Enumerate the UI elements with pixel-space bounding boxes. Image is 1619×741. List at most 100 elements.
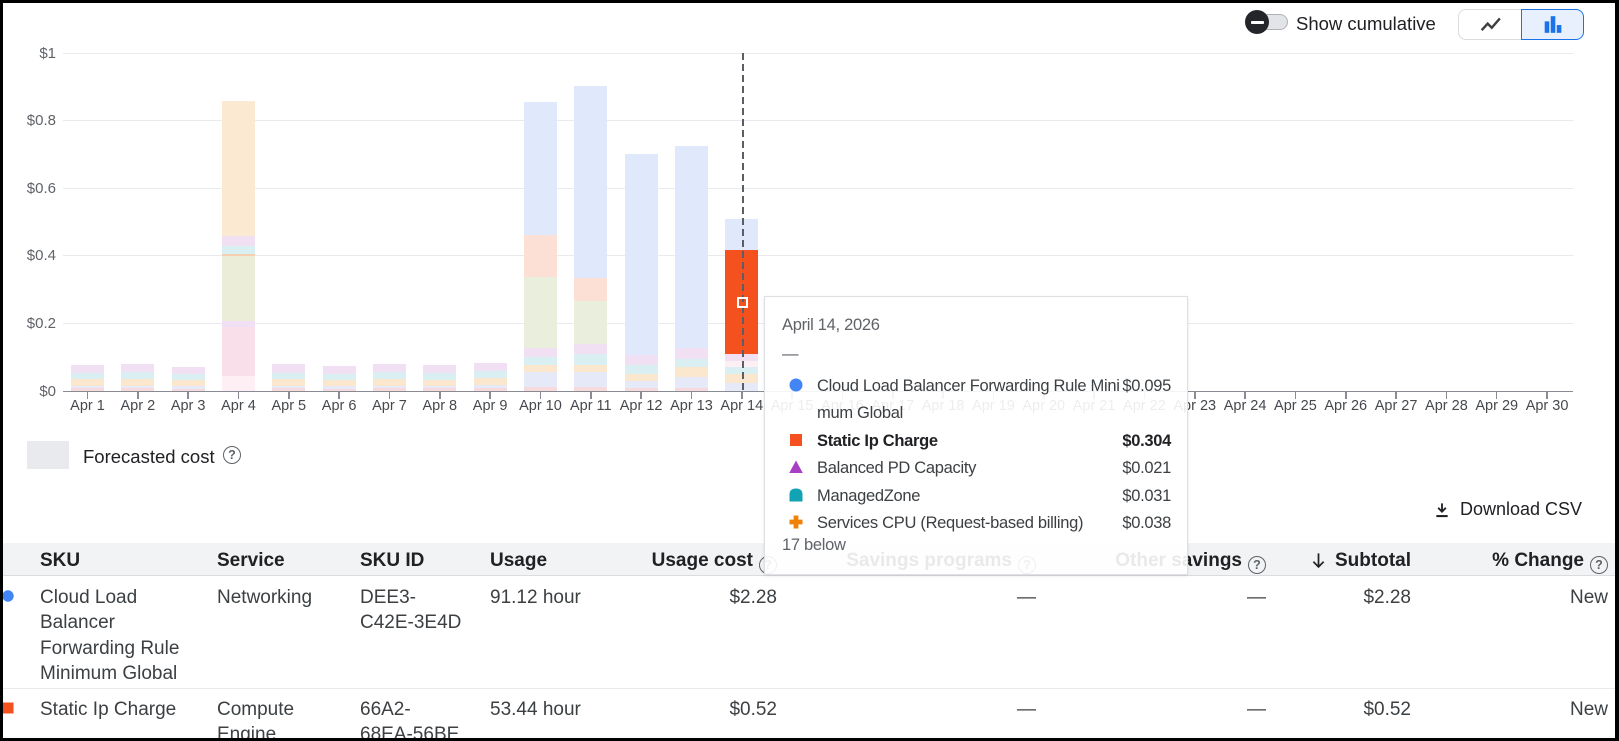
circle-icon <box>2 590 14 602</box>
bar-segment <box>172 367 205 374</box>
tooltip-series-label: Cloud Load Balancer Forwarding Rule Mini… <box>817 373 1120 428</box>
bar-segment <box>574 365 607 372</box>
column-header-subtotal[interactable]: Subtotal <box>1309 550 1411 572</box>
bar-segment <box>71 386 104 389</box>
y-axis-label: $0.4 <box>4 247 56 264</box>
bar-segment <box>323 374 356 380</box>
cell-service: Compute Engine <box>217 697 335 741</box>
help-icon[interactable]: ? <box>1590 556 1608 574</box>
download-icon <box>1432 500 1452 520</box>
table-row[interactable]: Cloud Load Balancer Forwarding Rule Mini… <box>0 576 1619 689</box>
bar-segment <box>675 377 708 388</box>
column-header-service[interactable]: Service <box>217 550 335 572</box>
hover-date-dashed-line <box>742 53 745 391</box>
bar-segment <box>222 376 255 391</box>
bar-segment <box>121 372 154 379</box>
circle-icon <box>789 378 803 392</box>
cell-subtotal: $2.28 <box>1363 585 1411 610</box>
bar-apr-11[interactable] <box>574 53 607 391</box>
tooltip-more-count: 17 below <box>782 536 846 555</box>
line-chart-icon <box>1478 12 1503 37</box>
help-icon[interactable]: ? <box>1248 556 1266 574</box>
cell-subtotal: $0.52 <box>1363 697 1411 722</box>
bar-segment <box>272 386 305 389</box>
bar-apr-8[interactable] <box>423 53 456 391</box>
show-cumulative-label: Show cumulative <box>1296 13 1436 35</box>
bar-apr-9[interactable] <box>474 53 507 391</box>
bar-apr-12[interactable] <box>625 53 658 391</box>
tooltip-series-label: Services CPU (Request-based billing) <box>817 510 1083 537</box>
line-chart-button[interactable] <box>1458 9 1521 40</box>
bar-segment <box>474 363 507 372</box>
bar-segment <box>222 254 255 256</box>
bar-segment <box>121 386 154 389</box>
tooltip-series-value: $0.038 <box>1122 510 1171 537</box>
tooltip-series-value: $0.021 <box>1122 455 1171 482</box>
forecasted-cost-label: Forecasted cost <box>83 446 215 468</box>
bar-segment <box>574 86 607 278</box>
bar-segment <box>172 380 205 386</box>
tooltip-series-row: Static Ip Charge$0.304 <box>765 428 1187 455</box>
bar-segment <box>121 364 154 372</box>
cell-sku: Static Ip Charge <box>40 697 212 722</box>
row-series-marker-icon <box>2 701 14 719</box>
tooltip-series-row: Services CPU (Request-based billing) $0.0… <box>765 510 1187 537</box>
bar-apr-10[interactable] <box>524 53 557 391</box>
bar-segment <box>222 256 255 321</box>
bar-segment <box>474 371 507 378</box>
column-header-usage[interactable]: Usage <box>490 550 630 572</box>
bar-apr-4[interactable] <box>222 53 255 391</box>
cell-service: Networking <box>217 585 335 610</box>
tooltip-date: April 14, 2026 <box>782 316 880 335</box>
column-header-sku_id[interactable]: SKU ID <box>360 550 462 572</box>
cell-usage_cost: $0.52 <box>729 697 777 722</box>
column-header-change[interactable]: % Change? <box>1492 550 1608 574</box>
forecasted-cost-help-icon[interactable]: ? <box>223 446 241 464</box>
tooltip-series-value: $0.095 <box>1122 373 1171 400</box>
column-header-sku[interactable]: SKU <box>40 550 212 572</box>
bar-apr-3[interactable] <box>172 53 205 391</box>
bar-segment <box>574 354 607 365</box>
hover-point-marker <box>737 297 748 308</box>
plus-marker-icon <box>789 515 803 529</box>
y-axis-label: $0.8 <box>4 112 56 129</box>
bar-segment <box>524 102 557 234</box>
bar-segment <box>222 246 255 254</box>
bar-segment <box>71 373 104 379</box>
bar-segment <box>524 277 557 348</box>
circle-marker-icon <box>789 378 803 392</box>
bar-segment <box>625 365 658 374</box>
bar-chart-icon <box>1540 12 1565 37</box>
bar-apr-6[interactable] <box>323 53 356 391</box>
download-csv-button[interactable]: Download CSV <box>1432 499 1582 520</box>
triangle-marker-icon <box>789 460 803 474</box>
bar-apr-5[interactable] <box>272 53 305 391</box>
bar-segment <box>675 348 708 358</box>
bar-segment <box>373 379 406 385</box>
bar-chart-button[interactable] <box>1521 9 1584 40</box>
table-row[interactable]: Static Ip ChargeCompute Engine66A2-68EA-… <box>0 689 1619 741</box>
bar-segment <box>272 364 305 372</box>
cell-sku: Cloud Load Balancer Forwarding Rule Mini… <box>40 585 212 687</box>
toggle-thumb-minus-icon[interactable] <box>1245 10 1269 34</box>
bar-segment <box>574 344 607 354</box>
bar-apr-1[interactable] <box>71 53 104 391</box>
column-header-usage_cost[interactable]: Usage cost? <box>652 550 777 574</box>
screenshot-border <box>0 0 3 741</box>
bar-apr-13[interactable] <box>675 53 708 391</box>
cell-usage_cost: $2.28 <box>729 585 777 610</box>
bar-segment <box>222 321 255 327</box>
bar-apr-2[interactable] <box>121 53 154 391</box>
bar-segment <box>272 373 305 379</box>
x-axis-label: Apr 30 <box>1517 398 1577 414</box>
tooltip-series-row: Cloud Load Balancer Forwarding Rule Mini… <box>765 373 1187 428</box>
download-csv-label: Download CSV <box>1460 499 1582 520</box>
bar-apr-7[interactable] <box>373 53 406 391</box>
tooltip-series-label: Balanced PD Capacity <box>817 455 976 482</box>
bar-segment <box>373 386 406 389</box>
column-header-label: Service <box>217 550 285 571</box>
cell-usage: 91.12 hour <box>490 585 630 610</box>
column-header-label: Usage cost <box>652 550 753 571</box>
tooltip-series-list: Cloud Load Balancer Forwarding Rule Mini… <box>765 373 1187 537</box>
tooltip-series-value: $0.031 <box>1122 483 1171 510</box>
